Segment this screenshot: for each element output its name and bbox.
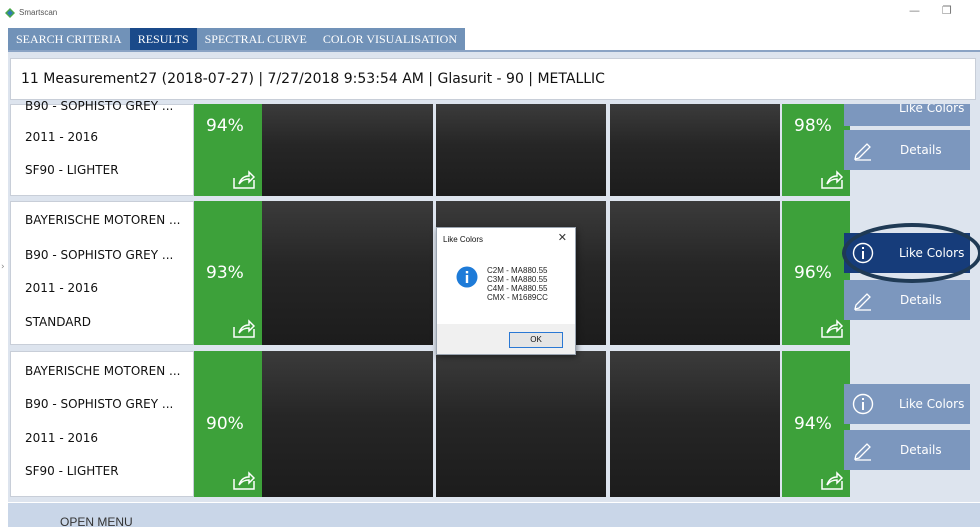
- share-icon[interactable]: [232, 170, 256, 190]
- tab-color-visualisation[interactable]: COLOR VISUALISATION: [315, 28, 465, 50]
- result-info: BAYERISCHE MOTOREN ... B90 - SOPHISTO GR…: [10, 201, 194, 345]
- result-make: BAYERISCHE MOTOREN ...: [25, 364, 181, 378]
- match-score-right: 94%: [782, 351, 850, 497]
- share-icon[interactable]: [820, 471, 844, 491]
- minimize-icon[interactable]: —: [909, 4, 920, 17]
- details-button[interactable]: Details: [844, 130, 970, 170]
- app-logo-icon: [5, 8, 15, 18]
- result-info: BAYERISCHE MOTOREN ... B90 - SOPHISTO GR…: [10, 351, 194, 497]
- tab-results[interactable]: RESULTS: [129, 28, 197, 50]
- pencil-icon: [854, 143, 871, 161]
- share-icon[interactable]: [232, 471, 256, 491]
- share-icon[interactable]: [232, 319, 256, 339]
- like-colors-dialog: Like Colors ✕ C2M - MA880.55 C3M - MA880.…: [436, 227, 576, 355]
- highlight-annotation: [842, 223, 980, 283]
- result-model: B90 - SOPHISTO GREY ...: [25, 397, 174, 411]
- like-colors-button[interactable]: Like Colors: [844, 104, 970, 126]
- result-row[interactable]: BAYERISCHE MOTOREN ... B90 - SOPHISTO GR…: [10, 351, 980, 497]
- restore-icon[interactable]: ❐: [942, 4, 952, 17]
- color-swatch: [262, 351, 433, 497]
- title-bar: Smartscan — ❐: [0, 0, 980, 26]
- pencil-icon: [854, 443, 871, 461]
- result-info: B90 - SOPHISTO GREY ... 2011 - 2016 SF90…: [10, 99, 194, 196]
- result-variant: SF90 - LIGHTER: [25, 163, 119, 177]
- result-years: 2011 - 2016: [25, 281, 99, 295]
- tab-bar: SEARCH CRITERIA RESULTS SPECTRAL CURVE C…: [8, 28, 465, 50]
- info-icon: [852, 393, 874, 415]
- pencil-icon: [854, 293, 871, 311]
- result-row[interactable]: B90 - SOPHISTO GREY ... 2011 - 2016 SF90…: [10, 99, 980, 196]
- share-icon[interactable]: [820, 319, 844, 339]
- result-years: 2011 - 2016: [25, 130, 99, 144]
- info-icon: [456, 266, 478, 288]
- match-score-right: 96%: [782, 201, 850, 345]
- dialog-title: Like Colors: [443, 235, 484, 244]
- match-percent: 96%: [794, 263, 832, 283]
- match-percent: 98%: [794, 116, 832, 136]
- match-percent: 94%: [206, 116, 244, 136]
- dialog-footer: OK: [437, 324, 575, 354]
- bottom-bar: OPEN MENU: [8, 503, 980, 527]
- like-color-code: CMX - M1689CC: [487, 293, 548, 302]
- color-swatch: [436, 104, 606, 196]
- result-variant: STANDARD: [25, 315, 92, 329]
- color-swatch: [262, 201, 433, 345]
- like-colors-button[interactable]: Like Colors: [844, 384, 970, 424]
- result-years: 2011 - 2016: [25, 431, 99, 445]
- match-score-left: 90%: [194, 351, 262, 497]
- result-model: B90 - SOPHISTO GREY ...: [25, 99, 174, 113]
- measurement-title: 11 Measurement27 (2018-07-27) | 7/27/201…: [21, 71, 605, 87]
- match-percent: 93%: [206, 263, 244, 283]
- measurement-header: 11 Measurement27 (2018-07-27) | 7/27/201…: [10, 58, 976, 100]
- open-menu-button[interactable]: OPEN MENU: [60, 515, 133, 527]
- like-colors-list: C2M - MA880.55 C3M - MA880.55 C4M - MA880.…: [487, 266, 548, 302]
- window-title: Smartscan: [19, 8, 58, 17]
- result-variant: SF90 - LIGHTER: [25, 464, 119, 478]
- tab-spectral-curve[interactable]: SPECTRAL CURVE: [197, 28, 315, 50]
- like-color-code: C2M - MA880.55: [487, 266, 548, 275]
- match-score-left: 93%: [194, 201, 262, 345]
- match-percent: 90%: [206, 414, 244, 434]
- result-make: BAYERISCHE MOTOREN ...: [25, 213, 181, 227]
- color-swatch: [610, 351, 780, 497]
- match-score-left: 94%: [194, 104, 262, 196]
- color-swatch: [262, 104, 433, 196]
- match-score-right: 98%: [782, 104, 850, 196]
- tab-search-criteria[interactable]: SEARCH CRITERIA: [8, 28, 130, 50]
- color-swatch: [610, 104, 780, 196]
- like-color-code: C3M - MA880.55: [487, 275, 548, 284]
- close-icon[interactable]: ✕: [558, 231, 567, 244]
- side-panel-chevron-icon[interactable]: ›: [1, 262, 5, 272]
- color-swatch: [610, 201, 780, 345]
- share-icon[interactable]: [820, 170, 844, 190]
- color-swatch: [436, 351, 606, 497]
- like-color-code: C4M - MA880.55: [487, 284, 548, 293]
- match-percent: 94%: [794, 414, 832, 434]
- details-button[interactable]: Details: [844, 430, 970, 470]
- result-model: B90 - SOPHISTO GREY ...: [25, 248, 174, 262]
- details-button[interactable]: Details: [844, 280, 970, 320]
- ok-button[interactable]: OK: [509, 332, 563, 348]
